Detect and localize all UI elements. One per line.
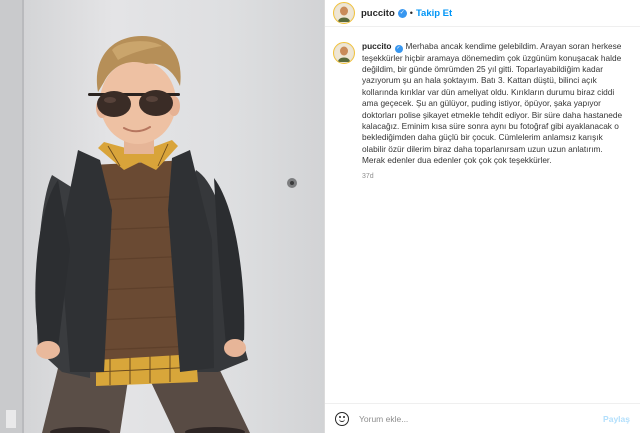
caption-block: puccito ✓ Merhaba ancak kendime gelebildim… bbox=[325, 27, 640, 180]
post-photo[interactable] bbox=[0, 0, 324, 433]
separator-dot: • bbox=[409, 8, 413, 18]
follow-button[interactable]: Takip Et bbox=[416, 8, 452, 19]
caption-username[interactable]: puccito bbox=[362, 41, 392, 51]
caption-avatar[interactable] bbox=[333, 42, 355, 64]
instagram-post: puccito ✓ • Takip Et puccito ✓ Merhaba anc… bbox=[0, 0, 640, 433]
smiley-face-icon[interactable] bbox=[335, 411, 349, 426]
share-comment-button[interactable]: Paylaş bbox=[603, 414, 630, 424]
caption-text: puccito ✓ Merhaba ancak kendime gelebildim… bbox=[362, 41, 624, 167]
caption-body: puccito ✓ Merhaba ancak kendime gelebildim… bbox=[362, 41, 624, 180]
verified-badge-icon: ✓ bbox=[397, 8, 407, 18]
comment-input[interactable] bbox=[359, 413, 604, 424]
verified-badge-icon: ✓ bbox=[394, 44, 403, 53]
post-side-panel: puccito ✓ • Takip Et puccito ✓ Merhaba anc… bbox=[324, 0, 640, 433]
caption-message: Merhaba ancak kendime gelebildim. Arayan… bbox=[362, 41, 623, 166]
post-age[interactable]: 37d bbox=[362, 173, 624, 180]
comment-bar: Paylaş bbox=[325, 403, 640, 433]
avatar-image bbox=[335, 44, 353, 62]
avatar-image bbox=[335, 4, 353, 22]
post-header: puccito ✓ • Takip Et bbox=[325, 0, 640, 27]
boy-photo-illustration bbox=[0, 0, 297, 433]
avatar[interactable] bbox=[333, 2, 355, 24]
username[interactable]: puccito bbox=[361, 8, 395, 19]
